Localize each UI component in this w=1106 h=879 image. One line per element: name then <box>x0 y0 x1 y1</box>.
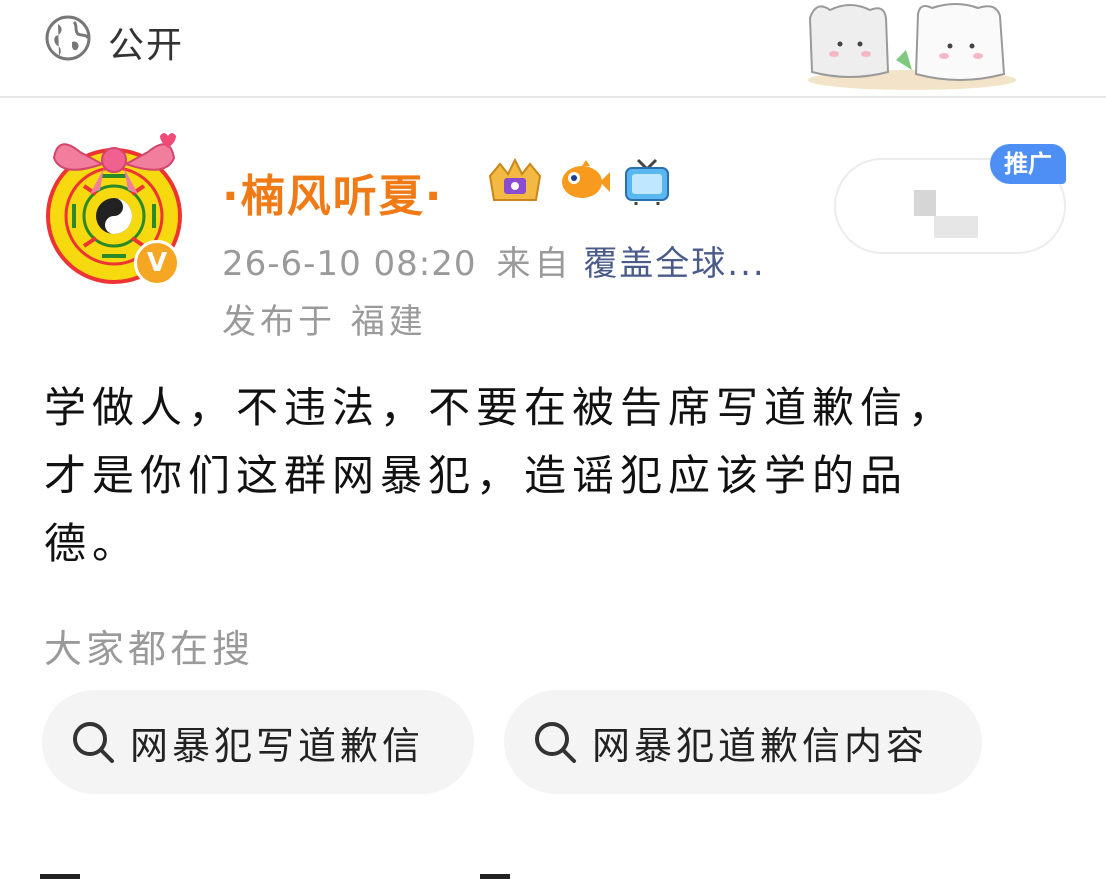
trending-search-label: 网暴犯写道歉信 <box>130 723 425 768</box>
author-name[interactable]: ·楠风听夏· <box>222 160 443 224</box>
post-line: 学做人，不违法，不要在被告席写道歉信， <box>44 383 957 432</box>
visibility-bar: 公开 <box>0 0 1106 98</box>
crown-badge-icon <box>488 157 542 201</box>
post-body: 学做人，不违法，不要在被告席写道歉信， 才是你们这群网暴犯，造谣犯应该学的品 德… <box>44 374 1054 578</box>
post-source-link[interactable]: 覆盖全球... <box>583 244 765 284</box>
post-meta: 26-6-10 08:20 来自 覆盖全球... <box>222 236 766 285</box>
blurred-content <box>934 216 978 238</box>
visibility-label[interactable]: 公开 <box>108 16 184 68</box>
trending-heading: 大家都在搜 <box>44 627 255 671</box>
search-icon <box>535 722 576 763</box>
post-line: 才是你们这群网暴犯，造谣犯应该学的品 <box>44 451 909 500</box>
tv-badge-icon <box>625 158 669 205</box>
trending-search-chip[interactable]: 网暴犯道歉信内容 <box>504 690 982 794</box>
from-label: 来自 <box>496 244 573 284</box>
fish-badge-icon <box>562 160 610 198</box>
next-item-edge <box>40 874 510 879</box>
post-location: 发布于 福建 <box>222 302 427 342</box>
cats-sticker <box>808 3 1016 90</box>
avatar[interactable]: V <box>40 124 192 286</box>
search-icon <box>73 722 114 763</box>
globe-icon <box>45 15 91 61</box>
weibo-post-page: 公开 V ·楠风听夏· 26-6-10 08:20 来自 覆盖全球... 发布于… <box>0 0 1106 879</box>
promoted-tag: 推广 <box>990 144 1066 184</box>
post-time: 26-6-10 08:20 <box>222 244 477 284</box>
post-line: 德。 <box>44 519 141 568</box>
trending-search-label: 网暴犯道歉信内容 <box>592 723 929 768</box>
verified-badge: V <box>134 240 180 286</box>
trending-search-chip[interactable]: 网暴犯写道歉信 <box>42 690 474 794</box>
blurred-content <box>914 190 936 216</box>
